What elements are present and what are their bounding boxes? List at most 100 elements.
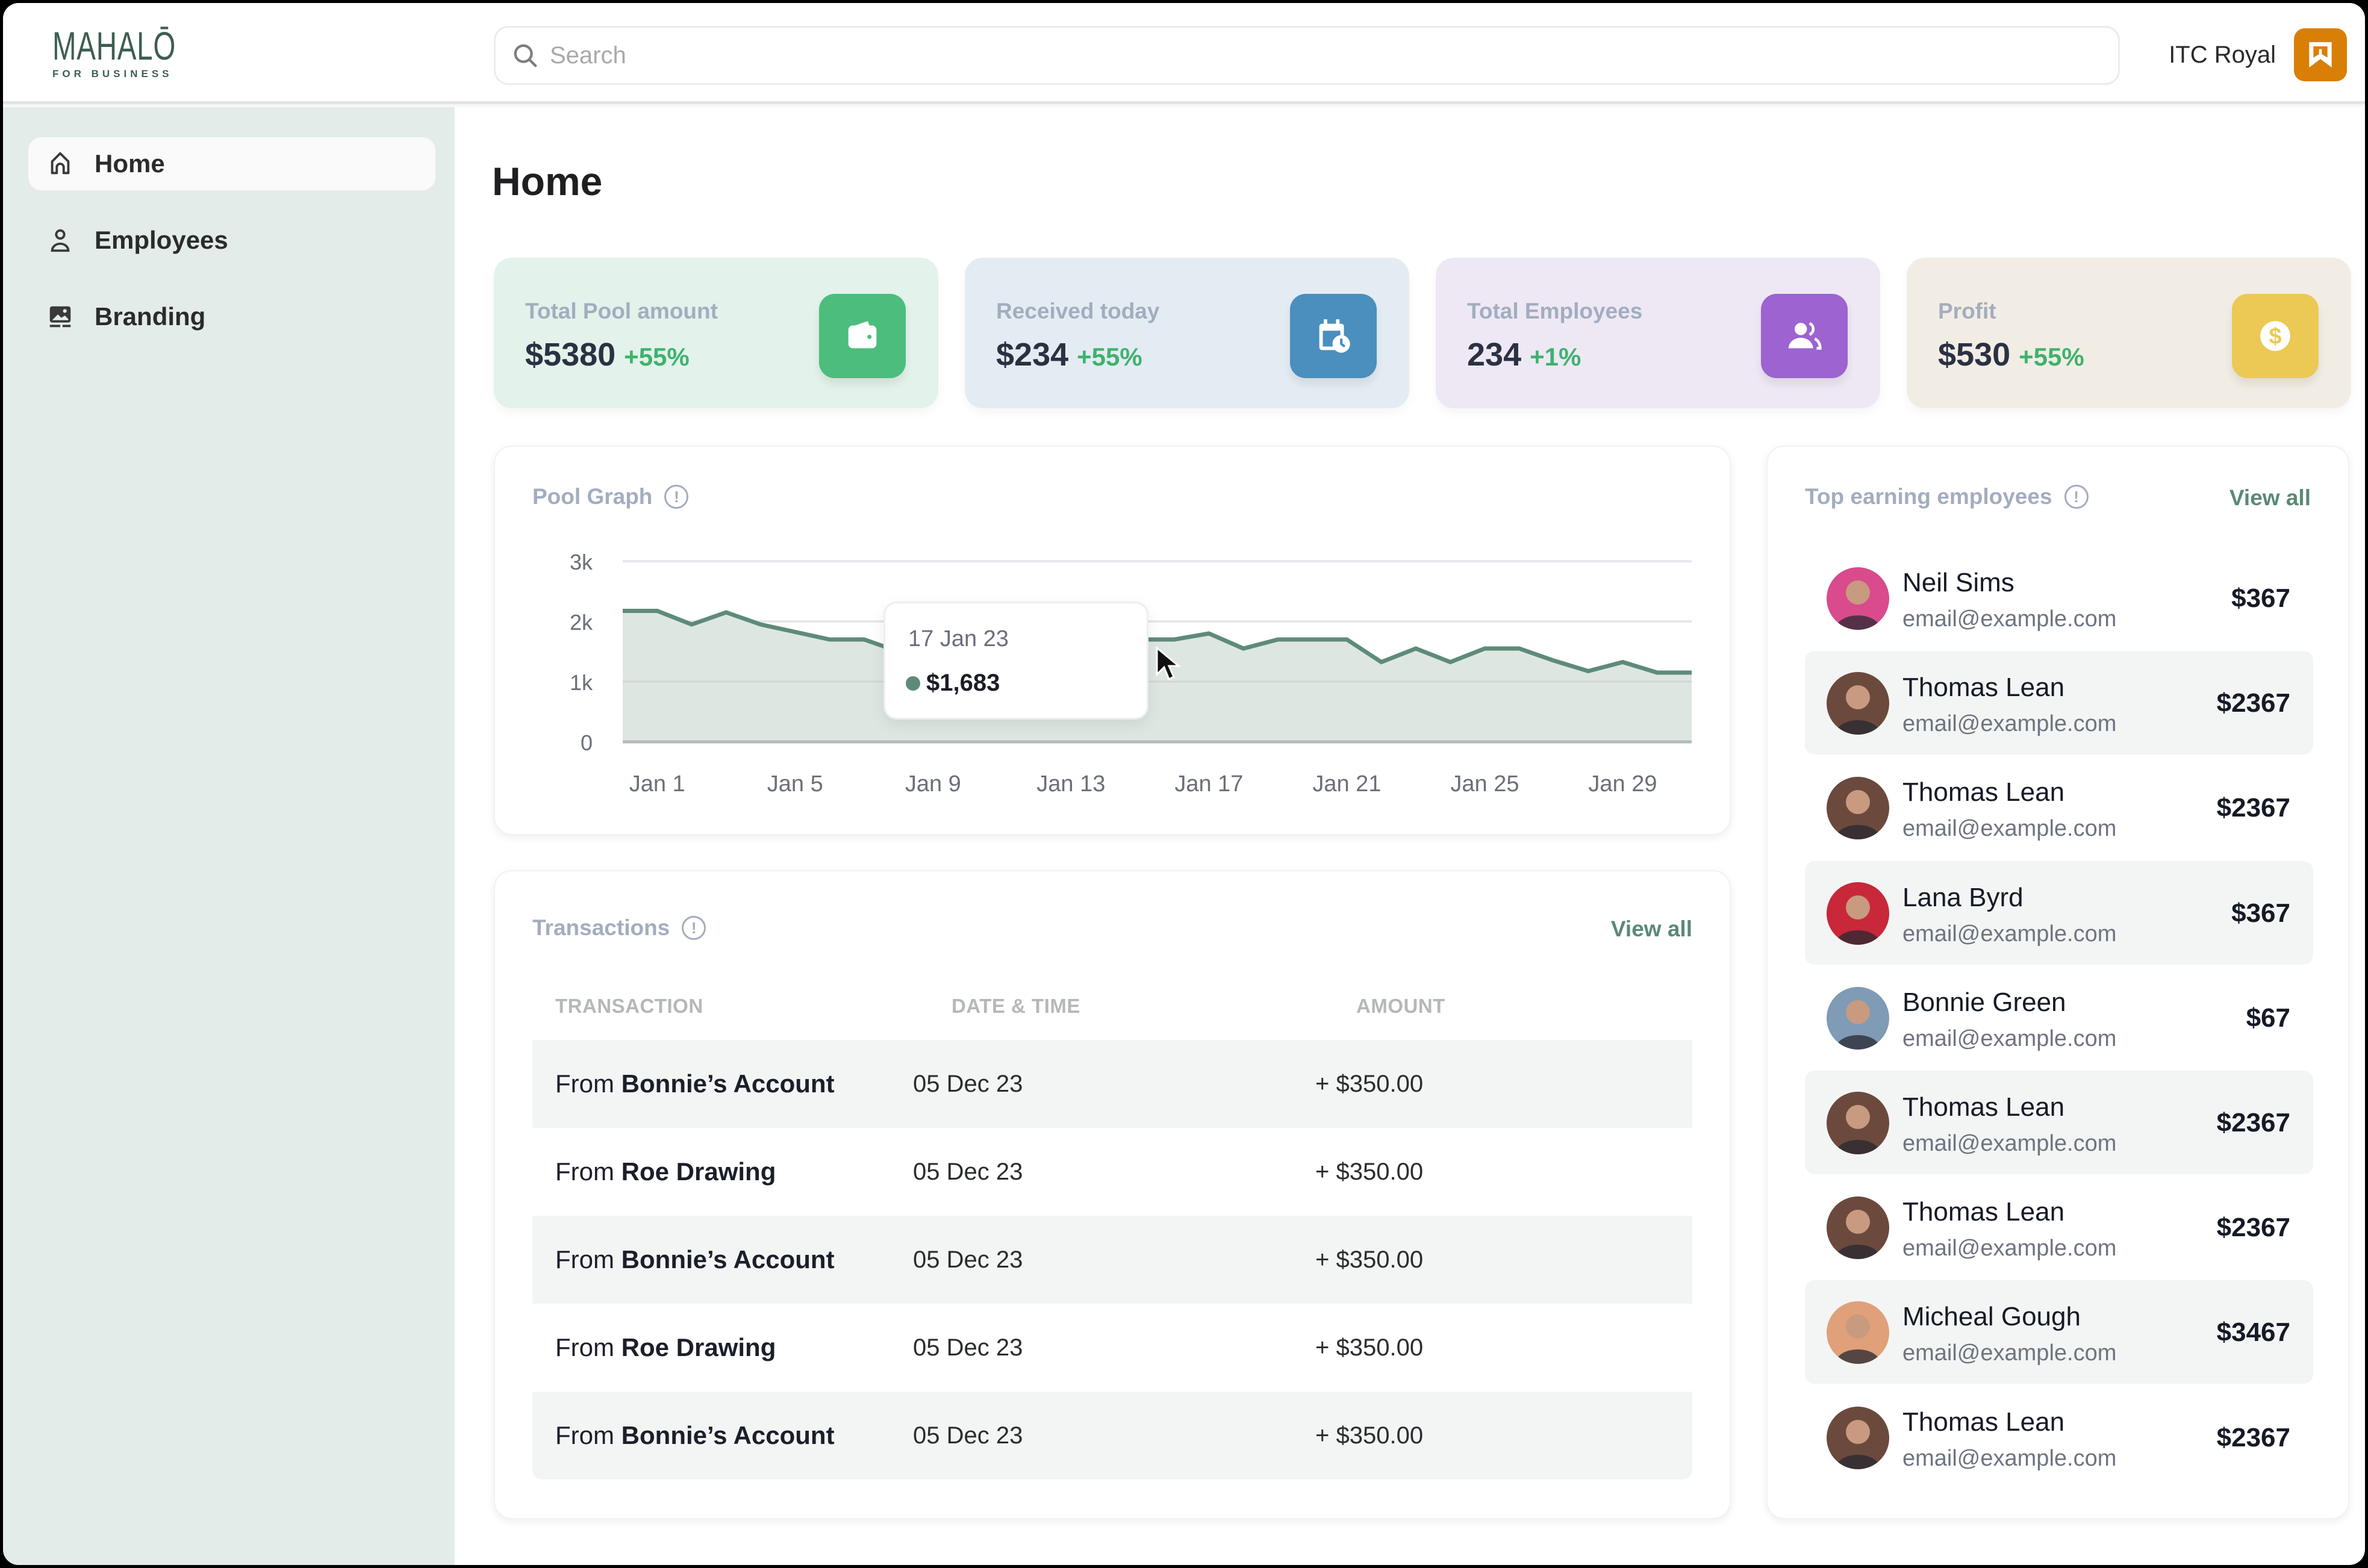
account-name: ITC Royal [2169, 41, 2276, 68]
table-row[interactable]: From Bonnie’s Account 05 Dec 23 + $350.00 [532, 1392, 1692, 1479]
stat-label: Total Employees [1467, 299, 1643, 323]
table-row[interactable]: From Bonnie’s Account 05 Dec 23 + $350.00 [532, 1216, 1692, 1304]
top-bar: MAHALŌ FOR BUSINESS ITC Royal [3, 3, 2365, 104]
list-item[interactable]: Bonnie Green email@example.com $67 [1805, 966, 2313, 1069]
employee-email: email@example.com [1902, 606, 2117, 632]
employee-earnings: $2367 [2216, 793, 2290, 823]
top-employees-card: Top earning employees ! View all Neil Si… [1766, 446, 2349, 1519]
list-item[interactable]: Thomas Lean email@example.com $2367 [1805, 756, 2313, 859]
info-icon[interactable]: ! [2064, 485, 2089, 509]
stat-delta: +55% [2019, 343, 2084, 371]
sidebar-item-branding[interactable]: Branding [28, 290, 435, 343]
list-item[interactable]: Thomas Lean email@example.com $2367 [1805, 1386, 2313, 1489]
list-item[interactable]: Micheal Gough email@example.com $3467 [1805, 1280, 2313, 1384]
transactions-title: Transactions ! [532, 915, 706, 941]
account-menu[interactable]: ITC Royal [2169, 28, 2347, 81]
sidebar-item-label: Branding [95, 302, 206, 331]
column-header-amount[interactable]: AMOUNT [1356, 995, 1445, 1018]
transactions-view-all-link[interactable]: View all [1611, 916, 1692, 942]
transaction-source-name: Bonnie’s Account [621, 1069, 835, 1098]
x-tick-label: Jan 5 [767, 771, 823, 797]
stat-number: $234 [996, 337, 1069, 373]
tooltip-value-text: $1,683 [926, 670, 1000, 696]
account-logo-icon[interactable] [2294, 28, 2347, 81]
table-row[interactable]: From Bonnie’s Account 05 Dec 23 + $350.00 [532, 1040, 1692, 1128]
list-item[interactable]: Thomas Lean email@example.com $2367 [1805, 1071, 2313, 1174]
stat-card-profit: Profit $530 +55% $ [1907, 258, 2351, 408]
transaction-date: 05 Dec 23 [913, 1422, 1023, 1449]
stat-number: $530 [1938, 337, 2011, 373]
transaction-amount: + $350.00 [1315, 1334, 1424, 1361]
avatar [1827, 567, 1889, 630]
stat-delta: +55% [1077, 343, 1142, 371]
avatar [1827, 672, 1889, 735]
employee-earnings: $67 [2246, 1003, 2290, 1033]
employee-name: Lana Byrd [1902, 882, 2024, 912]
stat-label: Profit [1938, 299, 1996, 323]
wallet-icon [819, 294, 906, 378]
transaction-source: From Bonnie’s Account [555, 1421, 835, 1450]
employee-earnings: $3467 [2216, 1318, 2290, 1348]
transaction-date: 05 Dec 23 [913, 1246, 1023, 1273]
transaction-source: From Roe Drawing [555, 1157, 776, 1186]
chart-tooltip: 17 Jan 23 $1,683 [883, 602, 1148, 720]
column-header-date[interactable]: DATE & TIME [952, 995, 1080, 1018]
search-icon [514, 44, 537, 67]
stat-delta: +55% [624, 343, 690, 371]
transaction-prefix: From [555, 1069, 614, 1098]
employee-email: email@example.com [1902, 816, 2117, 842]
search-bar[interactable] [494, 26, 2120, 85]
employees-view-all-link[interactable]: View all [2229, 485, 2311, 511]
table-row[interactable]: From Roe Drawing 05 Dec 23 + $350.00 [532, 1304, 1692, 1392]
employee-earnings: $367 [2231, 898, 2290, 928]
column-header-transaction[interactable]: TRANSACTION [555, 995, 703, 1018]
list-item[interactable]: Neil Sims email@example.com $367 [1805, 546, 2313, 650]
stat-card-total-employees: Total Employees 234 +1% [1436, 258, 1880, 408]
stat-label: Total Pool amount [525, 299, 718, 323]
employee-email: email@example.com [1902, 1445, 2117, 1471]
transaction-amount: + $350.00 [1315, 1422, 1424, 1449]
sidebar-item-label: Home [95, 149, 165, 178]
transaction-source-name: Bonnie’s Account [621, 1421, 835, 1449]
x-tick-label: Jan 29 [1588, 771, 1657, 797]
brand-name: MAHALŌ [52, 23, 176, 68]
employee-email: email@example.com [1902, 1131, 2117, 1156]
top-employees-title-text: Top earning employees [1805, 484, 2052, 509]
stat-value: 234 +1% [1467, 336, 1581, 373]
transaction-prefix: From [555, 1333, 614, 1361]
table-row[interactable]: From Roe Drawing 05 Dec 23 + $350.00 [532, 1128, 1692, 1216]
avatar [1827, 986, 1889, 1050]
y-tick-label: 3k [570, 550, 593, 574]
transaction-date: 05 Dec 23 [913, 1158, 1023, 1185]
transaction-amount: + $350.00 [1315, 1070, 1424, 1097]
series-dot-icon [906, 676, 920, 691]
employee-name: Neil Sims [1902, 568, 2014, 597]
search-input[interactable] [550, 42, 2055, 69]
transaction-source: From Roe Drawing [555, 1333, 776, 1362]
info-icon[interactable]: ! [682, 916, 706, 940]
dollar-icon: $ [2232, 294, 2319, 378]
y-tick-label: 0 [581, 730, 593, 755]
avatar [1827, 1092, 1889, 1154]
stat-card-received-today: Received today $234 +55% [965, 258, 1409, 408]
image-icon [49, 306, 71, 328]
list-item[interactable]: Thomas Lean email@example.com $2367 [1805, 1175, 2313, 1279]
sidebar-item-home[interactable]: Home [28, 137, 435, 190]
employee-email: email@example.com [1902, 1236, 2117, 1262]
transaction-source-name: Roe Drawing [621, 1333, 776, 1361]
sidebar: Home Employees Branding [3, 107, 455, 1565]
y-tick-label: 2k [570, 610, 593, 635]
employee-name: Thomas Lean [1902, 777, 2065, 807]
transaction-amount: + $350.00 [1315, 1158, 1424, 1185]
employee-name: Thomas Lean [1902, 1092, 2065, 1122]
list-item[interactable]: Thomas Lean email@example.com $2367 [1805, 651, 2313, 755]
list-item[interactable]: Lana Byrd email@example.com $367 [1805, 860, 2313, 965]
sidebar-item-employees[interactable]: Employees [28, 214, 435, 267]
employee-email: email@example.com [1902, 1340, 2117, 1366]
brand-logo[interactable]: MAHALŌ FOR BUSINESS [52, 25, 185, 85]
employee-earnings: $2367 [2216, 688, 2290, 718]
x-tick-label: Jan 25 [1450, 771, 1519, 797]
calendar-clock-icon [1290, 294, 1377, 378]
transactions-title-text: Transactions [532, 915, 670, 940]
pool-graph-card: Pool Graph ! 0 1k 2k 3k Jan 1 Jan 5 Jan 9 Jan 1… [494, 446, 1731, 835]
